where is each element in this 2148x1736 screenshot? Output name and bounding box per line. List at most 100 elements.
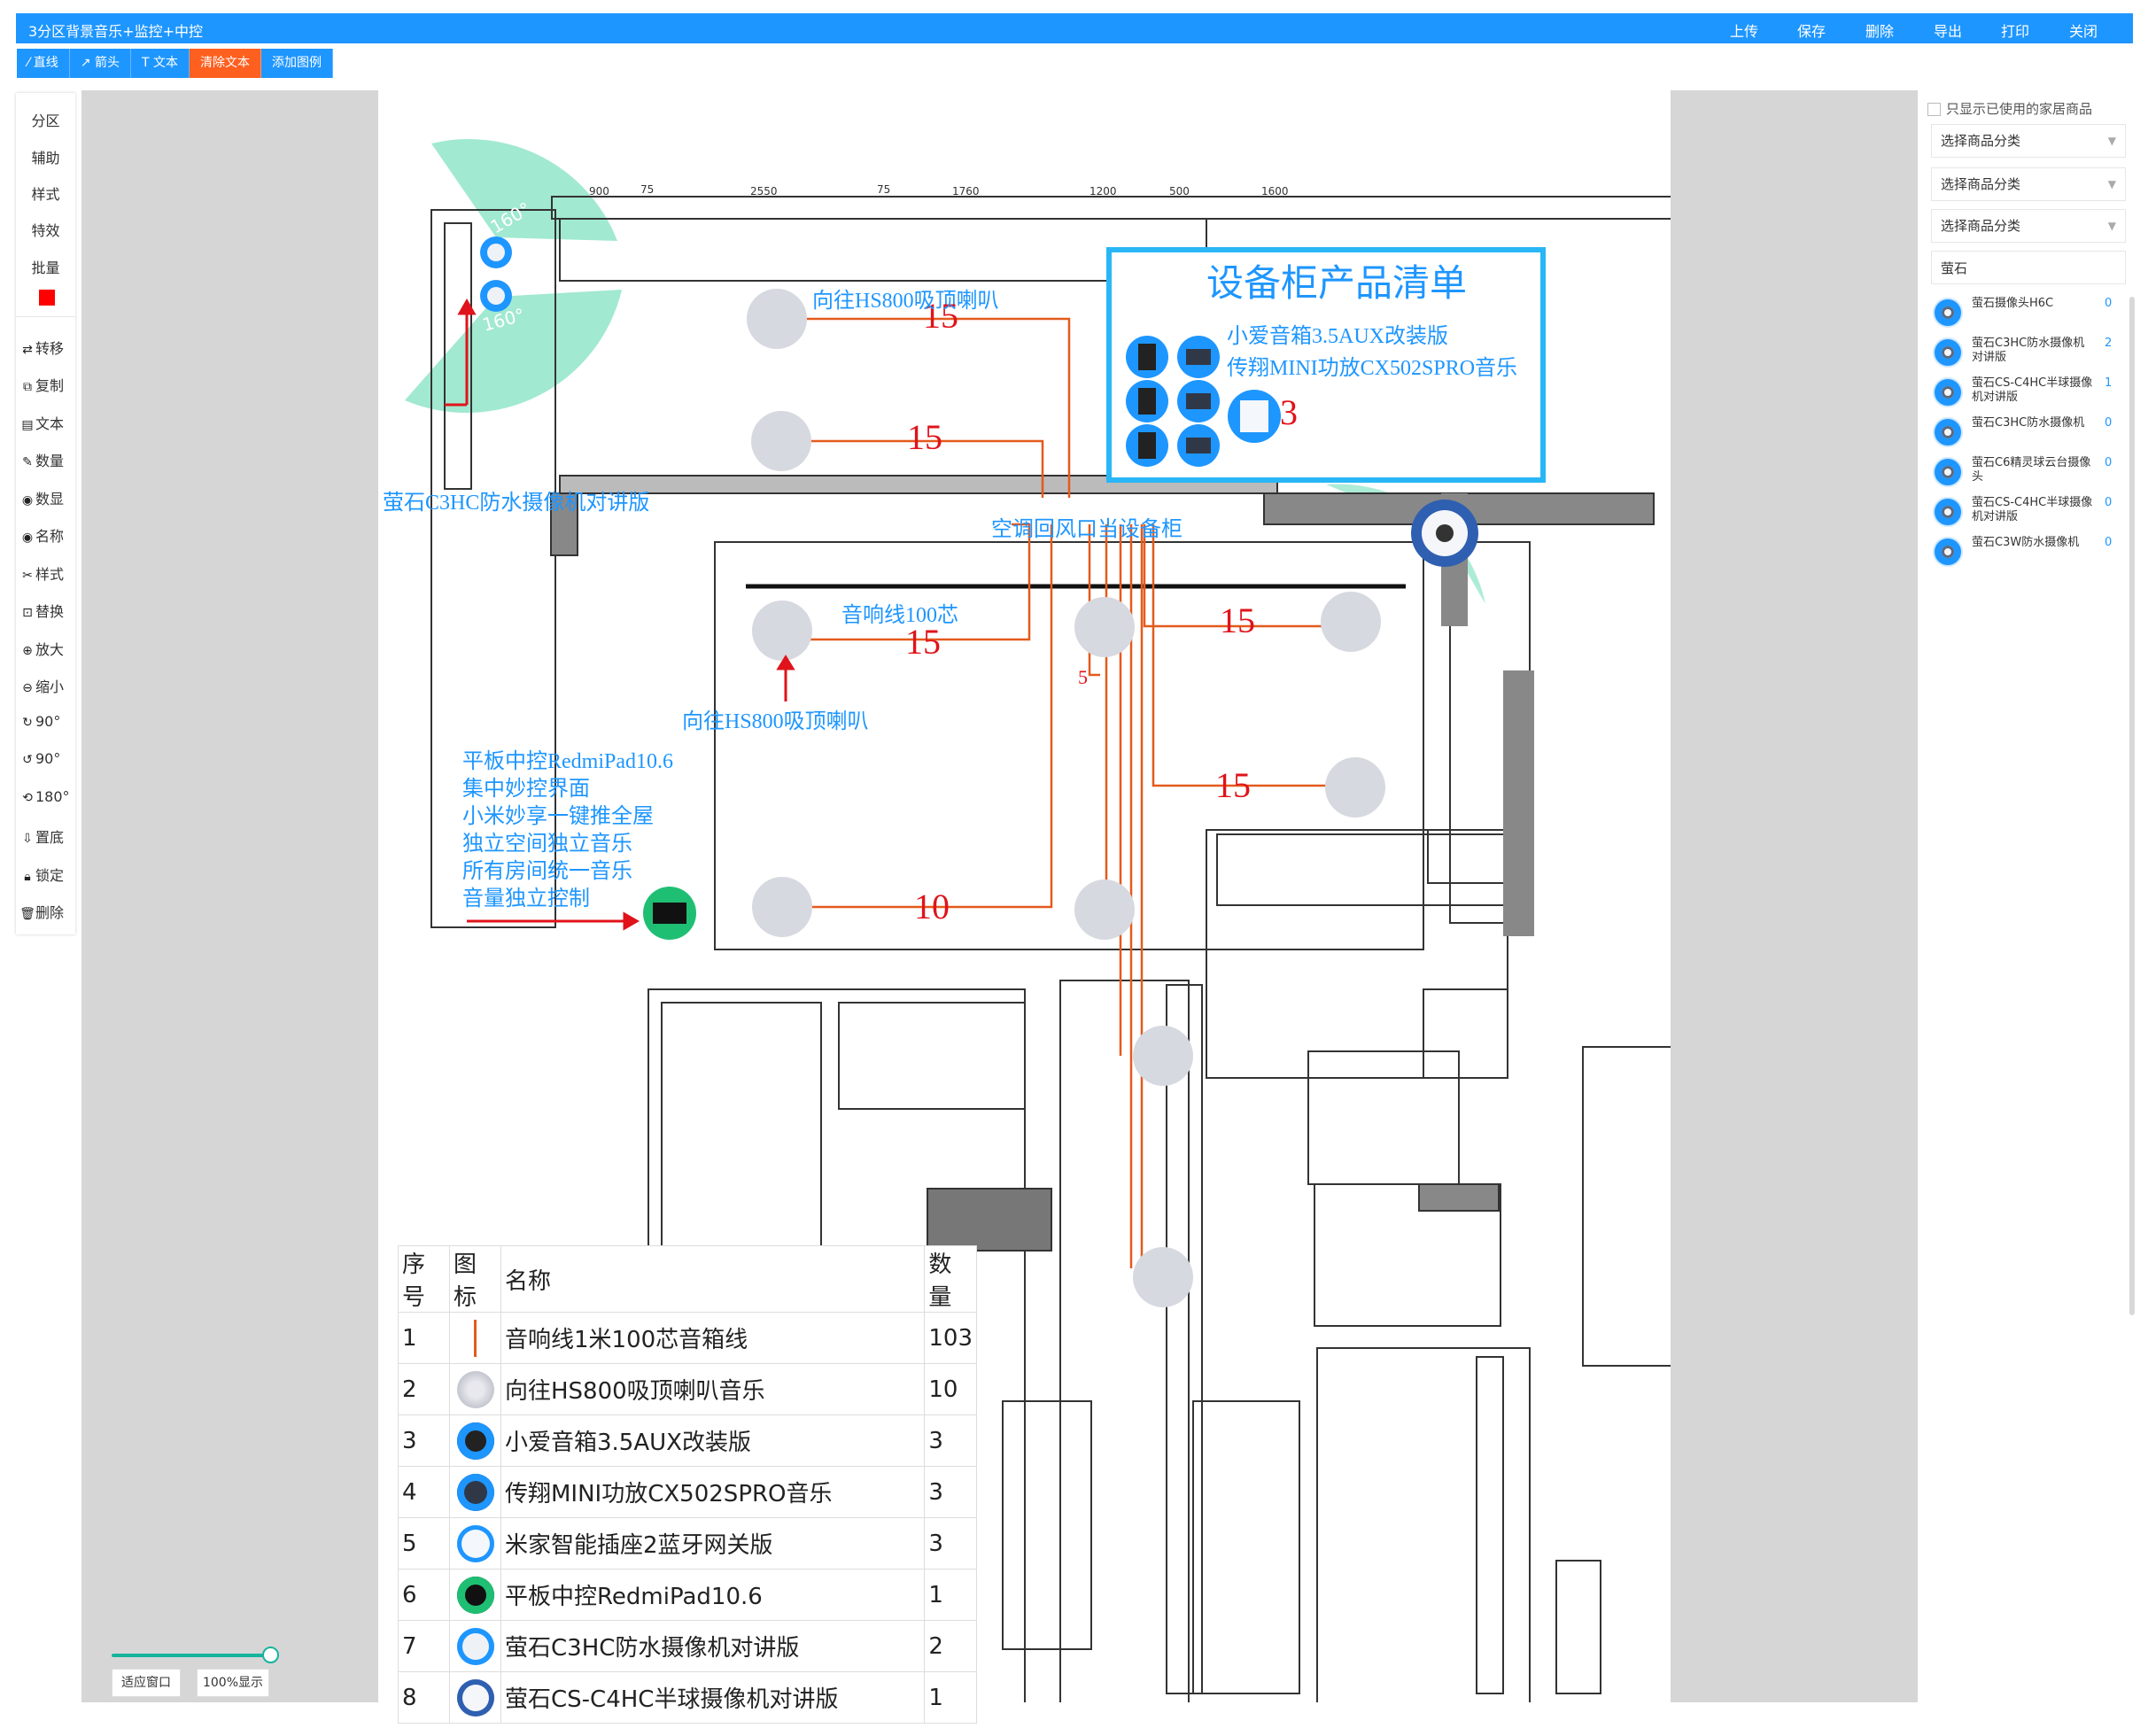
dome-camera-icon [456, 1678, 494, 1717]
full-size-button[interactable]: 100%显示 [197, 1669, 269, 1697]
cable-label: 音响线100芯 [841, 603, 958, 627]
legend-header: 名称 [500, 1245, 926, 1313]
legend-qty: 3 [924, 1414, 977, 1467]
add-legend-button[interactable]: 添加图例 [261, 49, 333, 78]
show-name-button[interactable]: ◉ 名称 [19, 524, 76, 546]
legend-qty: 103 [924, 1312, 977, 1364]
rotate-left-button[interactable]: ↺ 90° [19, 750, 76, 767]
dimension-label: 1760 [952, 185, 980, 198]
menu-close[interactable]: 关闭 [2069, 19, 2098, 41]
style-tab[interactable]: 样式 [16, 182, 75, 204]
wire-number: 10 [914, 887, 950, 926]
product-item[interactable]: 萤石C3HC防水摄像机对讲版 2 [1927, 334, 2131, 373]
camera-icon [1933, 537, 1963, 567]
ceiling-speaker-icon[interactable] [1133, 1247, 1193, 1307]
ac-return-label: 空调回风口当设备柜 [991, 517, 1183, 541]
transfer-button[interactable]: ⇄ 转移 [19, 337, 76, 358]
effects-tab[interactable]: 特效 [16, 219, 75, 240]
text-button[interactable]: ▤ 文本 [19, 412, 76, 433]
fit-window-button[interactable]: 适应窗口 [112, 1669, 181, 1697]
zoom-slider-handle[interactable] [262, 1647, 279, 1663]
rotate-right-button[interactable]: ↻ 90° [19, 713, 76, 730]
lock-button[interactable]: 🔒︎ 锁定 [19, 864, 76, 885]
product-search-input[interactable] [1931, 251, 2126, 284]
category-select[interactable]: 选择商品分类 ▼ [1931, 209, 2126, 243]
only-used-checkbox[interactable]: 只显示已使用的家居商品 [1927, 99, 2092, 118]
wall [1503, 670, 1534, 936]
product-item[interactable]: 萤石CS-C4HC半球摄像机对讲版 0 [1927, 493, 2131, 532]
legend-no: 5 [398, 1517, 450, 1569]
camera-icon [456, 1627, 494, 1665]
legend-qty: 1 [924, 1569, 977, 1621]
partition-tab[interactable]: 分区 [16, 109, 75, 130]
ceiling-speaker-icon[interactable] [1133, 1026, 1193, 1086]
ceiling-speaker-icon[interactable] [1321, 592, 1381, 652]
product-item[interactable]: 萤石CS-C4HC半球摄像机对讲版 1 [1927, 374, 2131, 413]
menu-upload[interactable]: 上传 [1730, 19, 1758, 41]
ceiling-speaker-icon[interactable] [752, 601, 812, 661]
legend-name: 平板中控RedmiPad10.6 [500, 1569, 926, 1621]
rotate-180-button[interactable]: ⟲ 180° [19, 788, 76, 805]
zoom-out-button[interactable]: ⊖ 缩小 [19, 675, 76, 696]
amplifier-icon [456, 1473, 494, 1511]
legend-row: 4 传翔MINI功放CX502SPRO音乐 3 [398, 1466, 977, 1518]
style-icon: ✂ [22, 569, 33, 583]
text-tool-button[interactable]: T 文本 [130, 49, 190, 78]
copy-button[interactable]: ⧉ 复制 [19, 374, 76, 395]
zoom-in-button[interactable]: ⊕ 放大 [19, 638, 76, 659]
legend-no: 2 [398, 1363, 450, 1415]
tablet-icon [456, 1576, 494, 1614]
rotate-180-icon: ⟲ [22, 791, 33, 805]
category-select[interactable]: 选择商品分类 ▼ [1931, 167, 2126, 201]
dimension-label: 75 [877, 183, 890, 196]
pad-note: 集中妙控界面 [462, 777, 590, 801]
arrow-tool-button[interactable]: ↗ 箭头 [69, 49, 131, 78]
pad-note: 平板中控RedmiPad10.6 [462, 749, 673, 773]
legend-qty: 10 [924, 1363, 977, 1415]
send-back-button[interactable]: ⇩ 置底 [19, 825, 76, 847]
delete-button[interactable]: 🗑︎删除 [19, 901, 76, 922]
ceiling-speaker-icon[interactable] [747, 289, 807, 349]
dimension-label: 75 [640, 183, 654, 196]
legend-row: 1 音响线1米100芯音箱线 103 [398, 1312, 977, 1364]
speaker-wire-icon [474, 1319, 477, 1357]
category-select[interactable]: 选择商品分类 ▼ [1931, 124, 2126, 158]
show-count-button[interactable]: ◉ 数显 [19, 487, 76, 508]
product-list-scrollbar[interactable] [2129, 297, 2135, 1315]
menu-export[interactable]: 导出 [1934, 19, 1962, 41]
title-bar: 3分区背景音乐+监控+中控 上传 保存 删除 导出 打印 关闭 [16, 13, 2133, 43]
pad-note: 小米妙享一键推全屋 [462, 804, 654, 828]
legend-no: 6 [398, 1569, 450, 1621]
ceiling-speaker-icon[interactable] [1074, 597, 1135, 657]
zoom-out-icon: ⊖ [22, 681, 33, 695]
product-item[interactable]: 萤石C3W防水摄像机 0 [1927, 533, 2131, 572]
menu-delete[interactable]: 删除 [1865, 19, 1894, 41]
checkbox-icon [1927, 103, 1941, 116]
legend-header: 序号 [398, 1245, 450, 1313]
ceiling-speaker-icon[interactable] [751, 411, 811, 471]
menu-print[interactable]: 打印 [2001, 19, 2029, 41]
clear-text-button[interactable]: 清除文本 [190, 49, 261, 78]
legend-no: 3 [398, 1414, 450, 1467]
zoom-slider-track[interactable] [112, 1654, 271, 1657]
product-item[interactable]: 萤石摄像头H6C 0 [1927, 294, 2131, 333]
batch-tab[interactable]: 批量 [16, 256, 75, 277]
legend-table[interactable]: 序号 图标 名称 数量 1 音响线1米100芯音箱线 103 2 向往HS800… [398, 1245, 977, 1724]
assist-tab[interactable]: 辅助 [16, 146, 75, 167]
replace-button[interactable]: ⊡ 替换 [19, 600, 76, 621]
style-button[interactable]: ✂ 样式 [19, 562, 76, 584]
ceiling-speaker-icon[interactable] [1325, 757, 1385, 818]
legend-row: 2 向往HS800吸顶喇叭音乐 10 [398, 1363, 977, 1415]
color-swatch[interactable] [39, 290, 55, 306]
line-tool-button[interactable]: ⁄ 直线 [17, 49, 70, 78]
product-item[interactable]: 萤石C6精灵球云台摄像头 0 [1927, 453, 2131, 492]
quantity-button[interactable]: ✎ 数量 [19, 449, 76, 470]
smart-plug-icon [456, 1524, 494, 1562]
pad-note: 音量独立控制 [462, 887, 590, 911]
ceiling-speaker-icon[interactable] [752, 877, 812, 937]
chevron-down-icon: ▼ [2107, 135, 2116, 147]
product-item[interactable]: 萤石C3HC防水摄像机 0 [1927, 414, 2131, 453]
wire-number: 15 [1220, 601, 1255, 640]
ceiling-speaker-icon[interactable] [1074, 880, 1135, 940]
menu-save[interactable]: 保存 [1797, 19, 1826, 41]
